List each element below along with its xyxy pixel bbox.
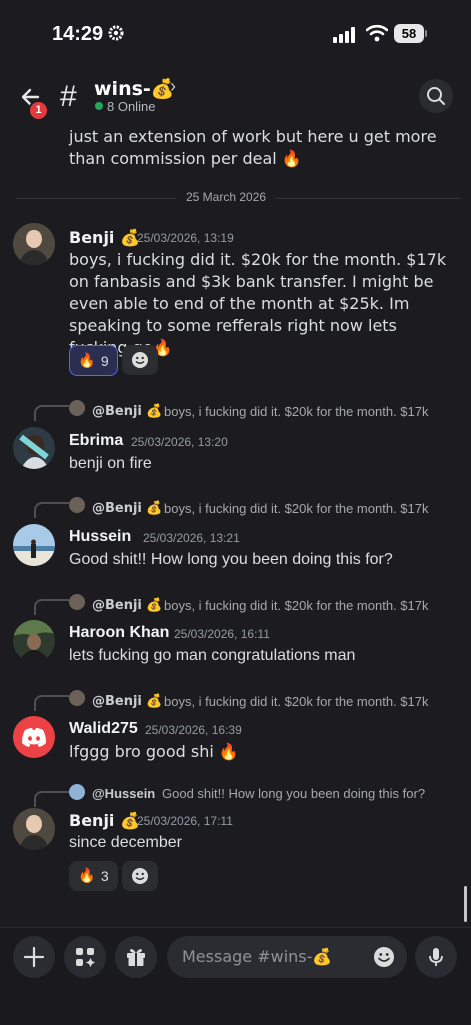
- timestamp: 25/03/2026, 16:39: [145, 723, 242, 737]
- online-count: 8 Online: [107, 99, 156, 114]
- avatar-image: [13, 808, 55, 850]
- gift-button[interactable]: [115, 936, 157, 978]
- gift-icon: [127, 949, 145, 966]
- message-text: since december: [69, 834, 182, 851]
- status-time: 14:29: [52, 23, 104, 45]
- emoji-picker-button[interactable]: [373, 946, 395, 973]
- reply-avatar: [69, 400, 85, 416]
- author-name[interactable]: Benji 💰: [69, 811, 140, 830]
- avatar-image: [13, 524, 55, 566]
- reply-connector: [34, 599, 69, 615]
- reply-author[interactable]: @Benji 💰: [92, 694, 163, 709]
- author-name[interactable]: Haroon Khan: [69, 624, 169, 642]
- avatar[interactable]: [13, 716, 55, 758]
- discord-logo-icon: [22, 728, 46, 747]
- message-placeholder: Message #wins-💰: [182, 947, 333, 966]
- message-text: boys, i fucking did it. $20k for the mon…: [69, 250, 447, 357]
- avatar[interactable]: [13, 524, 55, 566]
- message-text: benji on fire: [69, 455, 152, 472]
- author-name[interactable]: Walid275: [69, 720, 138, 738]
- notification-badge: 1: [28, 100, 49, 121]
- add-attachment-button[interactable]: [13, 936, 55, 978]
- avatar[interactable]: [13, 808, 55, 850]
- smiley-add-icon: [132, 352, 148, 368]
- avatar[interactable]: [13, 223, 55, 265]
- reply-preview[interactable]: boys, i fucking did it. $20k for the mon…: [164, 598, 428, 613]
- apps-icon: [76, 948, 95, 967]
- reply-author[interactable]: @Hussein: [92, 786, 155, 801]
- message-text: lets fucking go man congratulations man: [69, 647, 356, 664]
- hash-icon: #: [60, 80, 77, 113]
- microphone-icon: [429, 948, 443, 966]
- fire-emoji: 🔥: [78, 352, 96, 369]
- author-name[interactable]: Hussein: [69, 528, 131, 546]
- reply-preview[interactable]: boys, i fucking did it. $20k for the mon…: [164, 501, 428, 516]
- avatar[interactable]: [13, 620, 55, 662]
- apps-button[interactable]: [64, 936, 106, 978]
- fire-emoji: 🔥: [78, 868, 96, 884]
- reply-avatar: [69, 690, 85, 706]
- search-icon: [427, 87, 445, 105]
- avatar-image: [13, 223, 55, 265]
- smiley-add-icon: [132, 868, 148, 884]
- message-text: just an extension of work but here u get…: [69, 127, 437, 168]
- reply-author[interactable]: @Benji 💰: [92, 404, 163, 419]
- gear-icon: [108, 25, 124, 41]
- timestamp: 25/03/2026, 16:11: [174, 627, 270, 641]
- reply-author[interactable]: @Benji 💰: [92, 501, 163, 516]
- battery-nub: [425, 30, 427, 37]
- timestamp: 25/03/2026, 13:21: [143, 531, 240, 545]
- message-text: lfggg bro good shi 🔥: [69, 742, 239, 761]
- timestamp: 25/03/2026, 13:19: [137, 231, 234, 245]
- reply-connector: [34, 695, 69, 711]
- reply-avatar: [69, 594, 85, 610]
- timestamp: 25/03/2026, 13:20: [131, 435, 228, 449]
- reply-connector: [34, 791, 69, 807]
- avatar-image: [13, 620, 55, 662]
- signal-icon: [333, 27, 355, 43]
- author-name[interactable]: Benji 💰: [69, 228, 140, 247]
- channel-name[interactable]: wins-💰: [94, 77, 174, 100]
- reaction-count: 3: [100, 868, 109, 884]
- author-name[interactable]: Ebrima: [69, 432, 123, 450]
- battery-level: 58: [394, 24, 424, 43]
- plus-icon: [23, 946, 45, 968]
- timestamp: 25/03/2026, 17:11: [137, 814, 233, 828]
- voice-message-button[interactable]: [415, 936, 457, 978]
- scrollbar[interactable]: [464, 886, 467, 922]
- message-text: Good shit!! How long you been doing this…: [69, 551, 393, 568]
- reply-preview[interactable]: Good shit!! How long you been doing this…: [162, 786, 425, 801]
- online-dot: [95, 102, 103, 110]
- add-reaction-button[interactable]: [122, 861, 158, 891]
- reply-avatar: [69, 784, 85, 800]
- date-divider: 25 March 2026: [176, 190, 277, 204]
- reaction-count: 9: [100, 352, 109, 369]
- reaction-fire[interactable]: 🔥 9: [69, 345, 118, 376]
- search-button[interactable]: [419, 79, 453, 113]
- avatar[interactable]: [13, 427, 55, 469]
- chevron-right-icon[interactable]: ›: [170, 76, 176, 97]
- reply-author[interactable]: @Benji 💰: [92, 598, 163, 613]
- avatar-image: [13, 427, 55, 469]
- wifi-icon: [366, 24, 388, 42]
- add-reaction-button[interactable]: [122, 345, 158, 375]
- reaction-fire[interactable]: 🔥 3: [69, 861, 118, 891]
- reply-preview[interactable]: boys, i fucking did it. $20k for the mon…: [164, 694, 428, 709]
- reply-connector: [34, 405, 69, 421]
- reply-preview[interactable]: boys, i fucking did it. $20k for the mon…: [164, 404, 428, 419]
- reply-avatar: [69, 497, 85, 513]
- smiley-icon: [374, 947, 394, 967]
- reply-connector: [34, 502, 69, 518]
